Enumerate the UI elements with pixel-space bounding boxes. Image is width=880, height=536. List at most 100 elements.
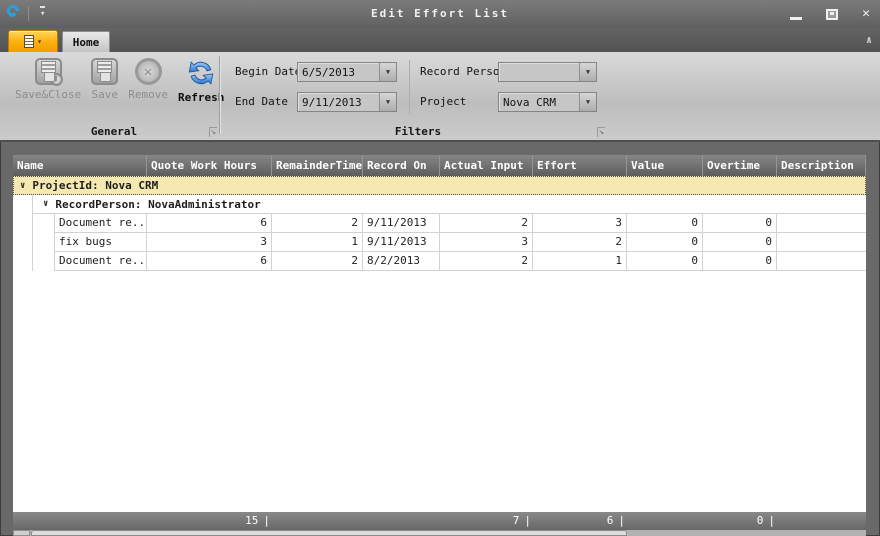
titlebar-separator — [28, 6, 29, 21]
table-row[interactable]: fix bugs 3 1 9/11/2013 3 2 0 0 — [13, 233, 866, 252]
maximize-button[interactable] — [826, 9, 838, 20]
cell-value[interactable]: 0 — [627, 214, 703, 233]
summary-actual-input: 7 — [440, 512, 533, 530]
summary-row: 15 7 6 0 — [13, 512, 866, 530]
cell-quote-work-hours[interactable]: 3 — [147, 233, 272, 252]
cell-description[interactable] — [777, 233, 866, 252]
collapse-arrow-icon[interactable]: ∨ — [43, 199, 48, 209]
record-person-value[interactable] — [499, 63, 579, 81]
minimize-button[interactable] — [790, 17, 802, 20]
tab-home[interactable]: Home — [62, 31, 110, 52]
table-row[interactable]: Document re... 6 2 9/11/2013 2 3 0 0 — [13, 214, 866, 233]
cell-name[interactable]: Document re... — [55, 214, 147, 233]
cell-actual-input[interactable]: 3 — [440, 233, 533, 252]
save-close-icon — [35, 58, 62, 85]
cell-remainder-time[interactable]: 2 — [272, 214, 363, 233]
project-combo[interactable]: Nova CRM ▼ — [498, 92, 597, 112]
end-date-label: End Date — [235, 92, 288, 112]
save-button[interactable]: Save — [86, 56, 123, 103]
scrollbar-left-button[interactable] — [13, 530, 30, 536]
column-header-record-on[interactable]: Record On — [363, 155, 440, 176]
cell-name[interactable]: fix bugs — [55, 233, 147, 252]
end-date-dropdown-icon[interactable]: ▼ — [379, 93, 396, 111]
begin-date-combo[interactable]: 6/5/2013 ▼ — [297, 62, 397, 82]
remove-icon: ✕ — [135, 58, 162, 85]
record-person-label: Record Person — [420, 62, 506, 82]
end-date-value[interactable]: 9/11/2013 — [298, 93, 379, 111]
ribbon-group-filters: Begin Date 6/5/2013 ▼ End Date 9/11/2013… — [228, 54, 608, 140]
cell-actual-input[interactable]: 2 — [440, 214, 533, 233]
ribbon: Save&Close Save ✕ Remove — [0, 52, 880, 142]
app-window: ▾ Edit Effort List ✕ ▾ Home ∧ Save&Close — [0, 0, 880, 536]
table-row[interactable]: Document re... 6 2 8/2/2013 2 1 0 0 — [13, 252, 866, 271]
cell-effort[interactable]: 1 — [533, 252, 627, 271]
column-header-actual-input[interactable]: Actual Input — [440, 155, 533, 176]
refresh-button[interactable]: Refresh — [173, 56, 229, 106]
cell-record-on[interactable]: 8/2/2013 — [363, 252, 440, 271]
end-date-combo[interactable]: 9/11/2013 ▼ — [297, 92, 397, 112]
quick-access-dropdown-icon[interactable]: ▾ — [40, 6, 45, 19]
ribbon-tab-strip: ▾ Home ∧ — [0, 28, 880, 52]
cell-remainder-time[interactable]: 1 — [272, 233, 363, 252]
cell-name[interactable]: Document re... — [55, 252, 147, 271]
summary-overtime: 0 — [703, 512, 777, 530]
application-menu-button[interactable]: ▾ — [8, 30, 58, 52]
ribbon-group-separator — [219, 56, 220, 134]
cell-actual-input[interactable]: 2 — [440, 252, 533, 271]
column-header-value[interactable]: Value — [627, 155, 703, 176]
grid-body: ∨ ProjectId: Nova CRM ∨ RecordPerson: No… — [13, 176, 866, 512]
scrollbar-thumb[interactable] — [31, 530, 627, 536]
cell-remainder-time[interactable]: 2 — [272, 252, 363, 271]
window-title: Edit Effort List — [0, 7, 880, 20]
column-header-remainder-time[interactable]: RemainderTime — [272, 155, 363, 176]
column-header-effort[interactable]: Effort — [533, 155, 627, 176]
close-button[interactable]: ✕ — [862, 7, 870, 21]
app-logo-icon[interactable] — [5, 3, 22, 20]
ribbon-collapse-icon[interactable]: ∧ — [866, 35, 872, 46]
app-menu-document-icon — [24, 35, 34, 48]
title-bar: ▾ Edit Effort List ✕ — [0, 0, 880, 28]
cell-effort[interactable]: 2 — [533, 233, 627, 252]
project-dropdown-icon[interactable]: ▼ — [579, 93, 596, 111]
column-header-overtime[interactable]: Overtime — [703, 155, 777, 176]
general-dialog-launcher-icon[interactable]: ↘ — [209, 127, 217, 137]
cell-value[interactable]: 0 — [627, 233, 703, 252]
begin-date-label: Begin Date — [235, 62, 301, 82]
column-header-name[interactable]: Name — [13, 155, 147, 176]
group-row-record-person[interactable]: ∨ RecordPerson: NovaAdministrator — [13, 195, 866, 214]
project-label: Project — [420, 92, 466, 112]
refresh-icon — [186, 58, 216, 88]
column-header-quote-work-hours[interactable]: Quote Work Hours — [147, 155, 272, 176]
cell-description[interactable] — [777, 214, 866, 233]
cell-overtime[interactable]: 0 — [703, 252, 777, 271]
cell-overtime[interactable]: 0 — [703, 214, 777, 233]
save-close-button[interactable]: Save&Close — [10, 56, 86, 103]
filters-column-separator — [409, 60, 410, 114]
ribbon-group-general: Save&Close Save ✕ Remove — [8, 54, 220, 140]
record-person-dropdown-icon[interactable]: ▼ — [579, 63, 596, 81]
begin-date-value[interactable]: 6/5/2013 — [298, 63, 379, 81]
summary-quote-work-hours: 15 — [147, 512, 272, 530]
horizontal-scrollbar[interactable] — [13, 530, 866, 536]
cell-effort[interactable]: 3 — [533, 214, 627, 233]
collapse-arrow-icon[interactable]: ∨ — [20, 181, 25, 191]
group-row-project[interactable]: ∨ ProjectId: Nova CRM — [13, 176, 866, 195]
column-header-description[interactable]: Description — [777, 155, 866, 176]
record-person-combo[interactable]: ▼ — [498, 62, 597, 82]
begin-date-dropdown-icon[interactable]: ▼ — [379, 63, 396, 81]
group-caption-general: General — [8, 125, 220, 138]
cell-quote-work-hours[interactable]: 6 — [147, 214, 272, 233]
grid-header: Name Quote Work Hours RemainderTime Reco… — [13, 155, 866, 176]
cell-description[interactable] — [777, 252, 866, 271]
filters-dialog-launcher-icon[interactable]: ↘ — [597, 127, 605, 137]
cell-value[interactable]: 0 — [627, 252, 703, 271]
cell-record-on[interactable]: 9/11/2013 — [363, 233, 440, 252]
cell-overtime[interactable]: 0 — [703, 233, 777, 252]
project-value[interactable]: Nova CRM — [499, 93, 579, 111]
group-row-person-label: RecordPerson: NovaAdministrator — [55, 198, 260, 211]
summary-effort: 6 — [533, 512, 627, 530]
cell-quote-work-hours[interactable]: 6 — [147, 252, 272, 271]
cell-record-on[interactable]: 9/11/2013 — [363, 214, 440, 233]
group-row-project-label: ProjectId: Nova CRM — [32, 179, 158, 192]
remove-button[interactable]: ✕ Remove — [123, 56, 173, 103]
